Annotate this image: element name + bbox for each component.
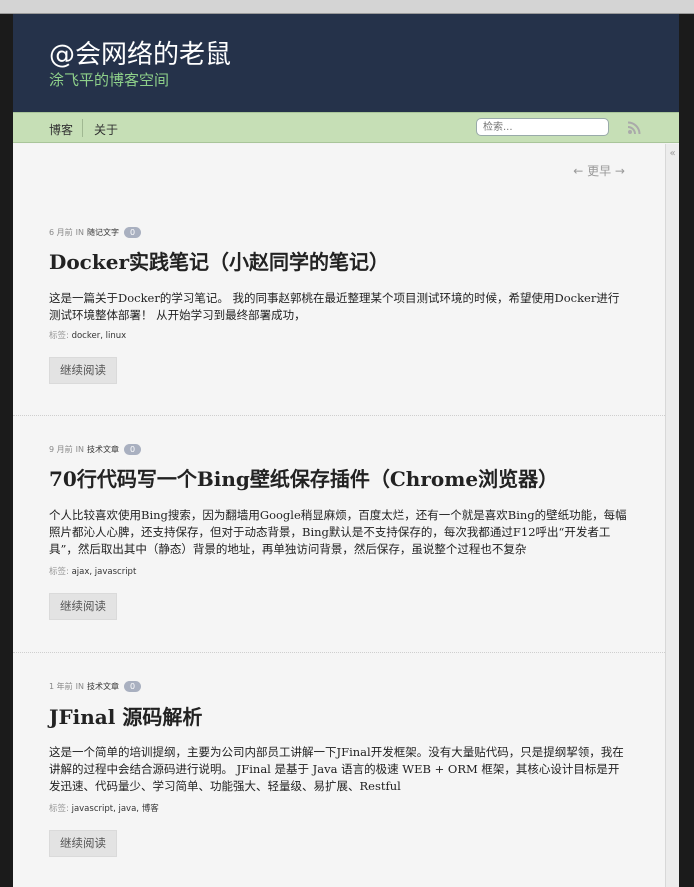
nav-item-blog[interactable]: 博客 — [49, 121, 73, 138]
tag-list[interactable]: javascript, java, 博客 — [72, 804, 159, 814]
page-frame: @会网络的老鼠 涂飞平的博客空间 博客 关于 ← 更早 → 6 月前 IN 随记… — [13, 14, 679, 887]
post-tags: 标签: javascript, java, 博客 — [49, 802, 159, 814]
search-input[interactable] — [476, 118, 609, 136]
site-title[interactable]: @会网络的老鼠 — [49, 34, 231, 71]
post-category[interactable]: 随记文字 — [87, 227, 119, 238]
main-content: ← 更早 → 6 月前 IN 随记文字 0 Docker实践笔记（小赵同学的笔记… — [13, 144, 665, 887]
post-meta: 1 年前 IN 技术文章 0 — [49, 681, 142, 692]
post-tags: 标签: ajax, javascript — [49, 565, 136, 577]
pager[interactable]: ← 更早 → — [573, 162, 625, 179]
post-meta: 9 月前 IN 技术文章 0 — [49, 444, 142, 455]
post-time: 9 月前 — [49, 445, 73, 454]
post-excerpt: 这是一篇关于Docker的学习笔记。 我的同事赵郭桃在最近整理某个项目测试环境的… — [49, 291, 620, 322]
rss-icon[interactable] — [627, 121, 643, 135]
nav-bar: 博客 关于 — [13, 112, 679, 143]
post-category[interactable]: 技术文章 — [87, 681, 119, 692]
post-time: 1 年前 — [49, 682, 73, 691]
post-excerpt: 这是一个简单的培训提纲，主要为公司内部员工讲解一下JFinal开发框架。没有大量… — [49, 745, 624, 793]
nav-separator — [82, 119, 83, 137]
comment-count-badge[interactable]: 0 — [123, 444, 142, 455]
comment-count-badge[interactable]: 0 — [123, 681, 142, 692]
tag-list[interactable]: docker, linux — [72, 331, 127, 341]
read-more-button[interactable]: 继续阅读 — [49, 357, 117, 384]
post-title[interactable]: 70行代码写一个Bing壁纸保存插件（Chrome浏览器） — [49, 463, 558, 492]
post-excerpt: 个人比较喜欢使用Bing搜索，因为翻墙用Google稍显麻烦，百度太烂，还有一个… — [49, 508, 627, 556]
tags-label: 标签: — [49, 804, 69, 814]
tags-label: 标签: — [49, 331, 69, 341]
post-in: IN — [75, 445, 84, 454]
comment-count-badge[interactable]: 0 — [123, 227, 142, 238]
sidebar-toggle[interactable]: « — [665, 144, 679, 887]
post-title[interactable]: JFinal 源码解析 — [49, 701, 202, 730]
nav-item-about[interactable]: 关于 — [94, 121, 118, 138]
tag-list[interactable]: ajax, javascript — [72, 567, 137, 577]
post-divider — [13, 415, 665, 416]
read-more-button[interactable]: 继续阅读 — [49, 830, 117, 857]
post-divider — [13, 652, 665, 653]
post-title[interactable]: Docker实践笔记（小赵同学的笔记） — [49, 246, 389, 275]
post-tags: 标签: docker, linux — [49, 329, 126, 341]
read-more-button[interactable]: 继续阅读 — [49, 593, 117, 620]
site-subtitle: 涂飞平的博客空间 — [49, 71, 170, 89]
post-time: 6 月前 — [49, 228, 73, 237]
post-in: IN — [75, 228, 84, 237]
browser-top-bar — [0, 0, 694, 14]
post-in: IN — [75, 682, 84, 691]
post-meta: 6 月前 IN 随记文字 0 — [49, 227, 142, 238]
site-header: @会网络的老鼠 涂飞平的博客空间 — [13, 14, 679, 112]
tags-label: 标签: — [49, 567, 69, 577]
post-category[interactable]: 技术文章 — [87, 444, 119, 455]
